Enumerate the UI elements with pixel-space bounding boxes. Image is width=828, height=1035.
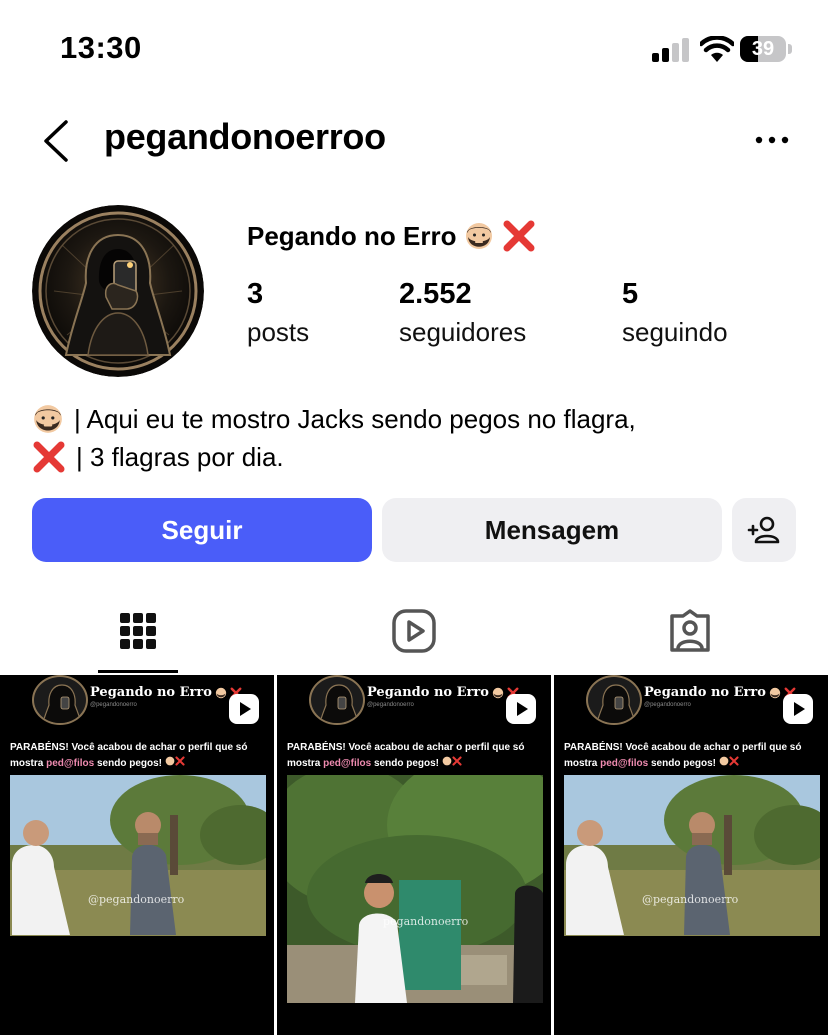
tagged-icon [670,609,710,652]
stat-following-label: seguindo [622,317,728,347]
post-handle: @pegandonoerro [644,702,691,708]
red-x-icon [503,220,535,252]
stat-followers[interactable]: 2.552 seguidores [399,278,526,348]
post-caption: PARABÉNS! Você acabou de achar o perfil … [10,742,248,769]
hooded-figure-logo [32,205,204,377]
post-caption: PARABÉNS! Você acabou de achar o perfil … [287,742,525,769]
post-handle: @pegandonoerro [90,702,137,708]
reels-icon [392,609,436,653]
profile-avatar[interactable] [32,205,204,377]
active-tab-indicator [98,670,178,673]
video-frame-image [10,775,266,936]
red-x-icon [452,756,462,766]
suggest-accounts-button[interactable] [732,498,796,562]
red-x-icon [33,441,65,473]
post-brand: Pegando no Erro [90,685,242,700]
red-x-icon [729,756,739,766]
reel-play-icon [229,694,259,724]
post-watermark: @pegandonoerro [642,893,739,906]
follow-button[interactable]: Seguir [32,498,372,562]
post-thumbnail[interactable]: Pegando no Erro @pegandonoerro PARABÉNS!… [554,675,828,1035]
beard-man-icon [442,756,452,766]
wifi-icon [700,36,734,62]
post-brand-text: Pegando no Erro [367,685,489,700]
beard-man-icon [34,405,62,433]
post-brand-text: Pegando no Erro [90,685,212,700]
stat-following-count: 5 [622,278,639,310]
display-name: Pegando no Erro [247,219,536,253]
beard-man-icon [769,687,781,698]
reel-play-icon [506,694,536,724]
beard-man-icon [466,223,493,249]
stat-followers-label: seguidores [399,317,527,347]
profile-bio: | Aqui eu te mostro Jacks sendo pegos no… [32,400,636,476]
posts-grid: Pegando no Erro @pegandonoerro PARABÉNS!… [0,675,828,1035]
cellular-signal-icon [652,38,689,62]
tab-tagged[interactable] [660,596,720,666]
post-handle: @pegandonoerro [367,702,414,708]
stat-posts[interactable]: 3 posts [247,278,309,348]
bio-line: | 3 flagras por dia. [32,438,636,476]
stat-posts-label: posts [247,317,310,347]
status-bar: 13:30 39 [0,0,828,100]
display-name-text: Pegando no Erro [247,220,457,251]
beard-man-icon [492,687,504,698]
stat-posts-count: 3 [247,278,264,310]
reel-play-icon [783,694,813,724]
post-watermark: @pegandonoerro [88,893,185,906]
beard-man-icon [719,756,729,766]
post-brand: Pegando no Erro [644,685,796,700]
post-caption: PARABÉNS! Você acabou de achar o perfil … [564,742,802,769]
post-brand: Pegando no Erro [367,685,519,700]
back-arrow-icon[interactable] [38,118,74,164]
message-button[interactable]: Mensagem [382,498,722,562]
post-brand-text: Pegando no Erro [644,685,766,700]
beard-man-icon [215,687,227,698]
tab-reels[interactable] [384,596,444,666]
bio-line: | Aqui eu te mostro Jacks sendo pegos no… [32,400,636,438]
profile-username: pegandonoerroo [104,116,386,157]
post-thumbnail[interactable]: Pegando no Erro @pegandonoerro PARABÉNS!… [0,675,274,1035]
red-x-icon [175,756,185,766]
bio-text: | Aqui eu te mostro Jacks sendo pegos no… [74,404,636,434]
post-logo [32,675,88,725]
battery-level: 39 [751,38,775,60]
post-logo [586,675,642,725]
grid-icon [120,613,156,649]
post-video-frame: @pegandonoerro [10,775,266,936]
post-thumbnail[interactable]: Pegando no Erro @pegandonoerro PARABÉNS!… [277,675,551,1035]
tab-posts-grid[interactable] [108,596,168,666]
post-logo [309,675,365,725]
more-options-icon[interactable] [752,128,792,152]
bio-text: | 3 flagras por dia. [76,442,284,472]
stat-followers-count: 2.552 [399,278,472,310]
stat-following[interactable]: 5 seguindo [622,278,728,348]
post-video-frame: pegandonoerro [287,775,543,1003]
video-frame-image [564,775,820,936]
post-watermark: pegandonoerro [383,915,469,928]
status-time: 13:30 [60,30,142,65]
beard-man-icon [165,756,175,766]
post-video-frame: @pegandonoerro [564,775,820,936]
battery-icon: 39 [740,36,792,62]
video-frame-image [287,775,543,1003]
add-person-icon [747,516,780,544]
